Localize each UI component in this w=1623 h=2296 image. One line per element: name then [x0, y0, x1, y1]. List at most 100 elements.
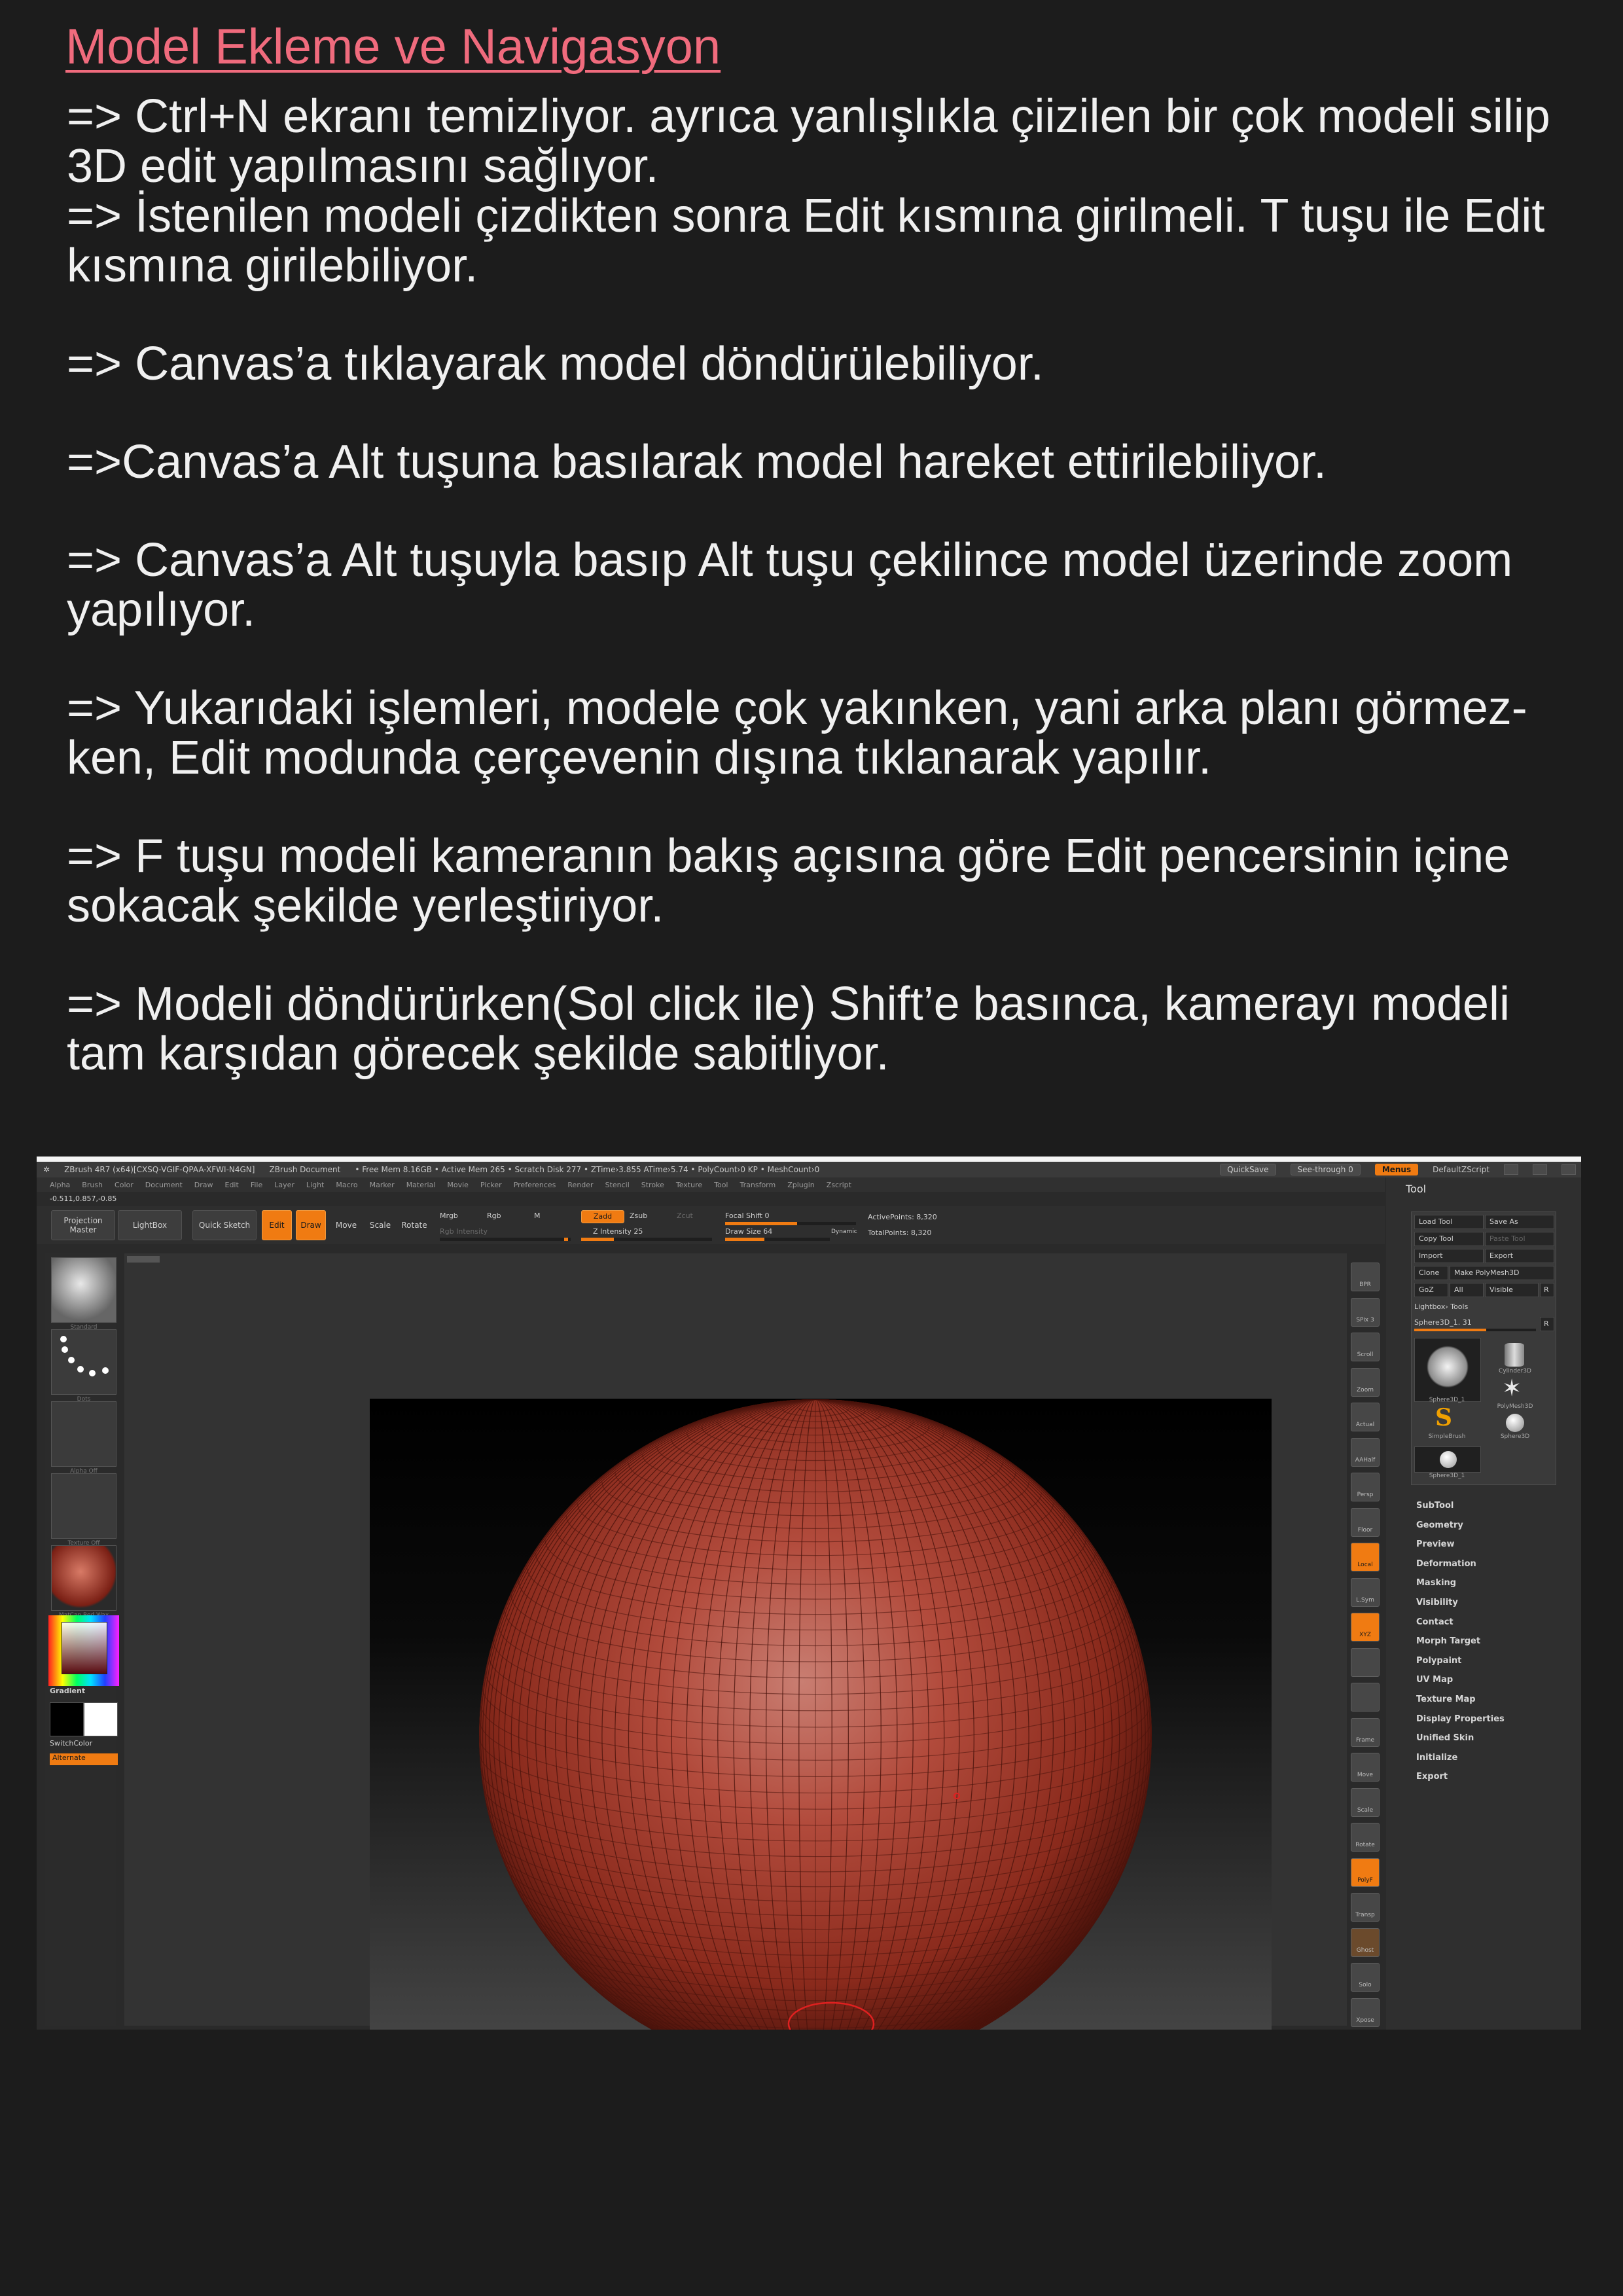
scale-button[interactable]: Scale	[365, 1210, 395, 1240]
menu-edit[interactable]: Edit	[225, 1181, 239, 1189]
section-uv-map[interactable]: UV Map	[1416, 1675, 1505, 1695]
color-picker[interactable]	[48, 1615, 119, 1686]
menu-zplugin[interactable]: Zplugin	[787, 1181, 815, 1189]
section-subtool[interactable]: SubTool	[1416, 1501, 1505, 1520]
dynamic-toggle[interactable]: Dynamic	[831, 1229, 857, 1235]
copy-tool-button[interactable]: Copy Tool	[1414, 1232, 1484, 1246]
shelf-zoom[interactable]: Zoom	[1351, 1367, 1380, 1397]
alternate-button[interactable]: Alternate	[50, 1753, 118, 1765]
shelf-xyz[interactable]: XYZ	[1351, 1613, 1380, 1641]
gradient-label[interactable]: Gradient	[50, 1687, 85, 1695]
default-zscript[interactable]: DefaultZScript	[1433, 1165, 1489, 1174]
edit-button[interactable]: Edit	[262, 1210, 292, 1240]
lightbox-button[interactable]: LightBox	[118, 1210, 182, 1240]
menu-draw[interactable]: Draw	[194, 1181, 213, 1189]
load-tool-button[interactable]: Load Tool	[1414, 1215, 1484, 1229]
sphere-model[interactable]	[478, 1399, 1153, 2030]
menu-tool[interactable]: Tool	[714, 1181, 728, 1189]
zadd-button[interactable]: Zadd	[581, 1210, 624, 1223]
menu-macro[interactable]: Macro	[336, 1181, 357, 1189]
menu-marker[interactable]: Marker	[370, 1181, 395, 1189]
alpha-swatch[interactable]	[51, 1401, 116, 1467]
menu-preferences[interactable]: Preferences	[514, 1181, 556, 1189]
goz-r-button[interactable]: R	[1540, 1283, 1554, 1297]
goz-visible-button[interactable]: Visible	[1485, 1283, 1539, 1297]
section-display-properties[interactable]: Display Properties	[1416, 1714, 1505, 1734]
menu-texture[interactable]: Texture	[676, 1181, 702, 1189]
move-button[interactable]: Move	[331, 1210, 361, 1240]
tool-r-button[interactable]: R	[1540, 1317, 1554, 1331]
section-export[interactable]: Export	[1416, 1772, 1505, 1791]
shelf-move[interactable]: Move	[1351, 1753, 1380, 1782]
menu-zscript[interactable]: Zscript	[827, 1181, 851, 1189]
rgb-intensity-slider[interactable]: Rgb Intensity	[440, 1227, 488, 1236]
rotate-button[interactable]: Rotate	[399, 1210, 429, 1240]
projection-master-button[interactable]: Projection Master	[51, 1210, 115, 1240]
menu-material[interactable]: Material	[406, 1181, 436, 1189]
shelf-xpose[interactable]: Xpose	[1351, 1998, 1380, 2027]
canvas[interactable]	[370, 1399, 1272, 2030]
menus-toggle[interactable]: Menus	[1374, 1164, 1419, 1175]
current-tool-slider[interactable]: Sphere3D_1. 31	[1414, 1318, 1472, 1327]
section-initialize[interactable]: Initialize	[1416, 1753, 1505, 1772]
close-icon[interactable]	[1561, 1164, 1576, 1175]
material-swatch[interactable]	[51, 1545, 116, 1611]
quicksave-button[interactable]: QuickSave	[1220, 1164, 1276, 1175]
section-geometry[interactable]: Geometry	[1416, 1520, 1505, 1540]
goz-all-button[interactable]: All	[1450, 1283, 1484, 1297]
shelf-persp[interactable]: Persp	[1351, 1473, 1380, 1501]
menu-movie[interactable]: Movie	[447, 1181, 469, 1189]
shelf-scale[interactable]: Scale	[1351, 1787, 1380, 1817]
paste-tool-button[interactable]: Paste Tool	[1485, 1232, 1554, 1246]
export-button[interactable]: Export	[1485, 1249, 1554, 1263]
shelf-aahalf[interactable]: AAHalf	[1351, 1437, 1380, 1467]
mrgb-button[interactable]: Mrgb	[440, 1211, 458, 1220]
section-morph-target[interactable]: Morph Target	[1416, 1636, 1505, 1656]
menu-transform[interactable]: Transform	[740, 1181, 776, 1189]
section-deformation[interactable]: Deformation	[1416, 1559, 1505, 1579]
m-button[interactable]: M	[534, 1211, 541, 1220]
clone-button[interactable]: Clone	[1414, 1266, 1448, 1280]
shelf-l-sym[interactable]: L.Sym	[1351, 1577, 1380, 1607]
maximize-icon[interactable]	[1533, 1164, 1547, 1175]
draw-size-slider[interactable]: Draw Size 64	[725, 1227, 772, 1236]
shelf-local[interactable]: Local	[1351, 1543, 1380, 1571]
make-polymesh-button[interactable]: Make PolyMesh3D	[1450, 1266, 1554, 1280]
sphere3d-1-small-thumb[interactable]	[1414, 1446, 1481, 1473]
lightbox-tools-button[interactable]: Lightbox› Tools	[1414, 1302, 1468, 1311]
simplebrush-icon[interactable]: S	[1435, 1406, 1452, 1429]
section-contact[interactable]: Contact	[1416, 1617, 1505, 1637]
switch-color-button[interactable]: SwitchColor	[50, 1739, 92, 1748]
menu-file[interactable]: File	[251, 1181, 262, 1189]
minimize-icon[interactable]	[1504, 1164, 1518, 1175]
menu-stencil[interactable]: Stencil	[605, 1181, 630, 1189]
sphere3d-1-thumb[interactable]	[1414, 1338, 1481, 1402]
secondary-color-swatch[interactable]	[84, 1702, 118, 1736]
see-through-slider[interactable]: See-through 0	[1290, 1164, 1361, 1175]
rgb-button[interactable]: Rgb	[487, 1211, 501, 1220]
shelf-button-12[interactable]	[1351, 1683, 1380, 1712]
canvas-scroll-handle[interactable]	[127, 1256, 160, 1263]
brush-swatch[interactable]	[51, 1257, 116, 1323]
shelf-floor[interactable]: Floor	[1351, 1507, 1380, 1537]
shelf-polyf[interactable]: PolyF	[1351, 1857, 1380, 1887]
zsub-button[interactable]: Zsub	[630, 1211, 647, 1220]
shelf-rotate[interactable]: Rotate	[1351, 1823, 1380, 1852]
stroke-swatch[interactable]	[51, 1329, 116, 1395]
section-visibility[interactable]: Visibility	[1416, 1598, 1505, 1617]
import-button[interactable]: Import	[1414, 1249, 1484, 1263]
shelf-actual[interactable]: Actual	[1351, 1403, 1380, 1431]
section-polypaint[interactable]: Polypaint	[1416, 1656, 1505, 1676]
quick-sketch-button[interactable]: Quick Sketch	[192, 1210, 257, 1240]
shelf-frame[interactable]: Frame	[1351, 1717, 1380, 1747]
shelf-button-11[interactable]	[1351, 1647, 1380, 1677]
zcut-button[interactable]: Zcut	[677, 1211, 693, 1220]
draw-button[interactable]: Draw	[296, 1210, 326, 1240]
focal-shift-slider[interactable]: Focal Shift 0	[725, 1211, 770, 1220]
menu-render[interactable]: Render	[567, 1181, 593, 1189]
menu-stroke[interactable]: Stroke	[641, 1181, 664, 1189]
sphere3d-icon[interactable]	[1506, 1414, 1524, 1432]
shelf-ghost[interactable]: Ghost	[1351, 1928, 1380, 1957]
cylinder3d-icon[interactable]	[1505, 1343, 1524, 1367]
menu-brush[interactable]: Brush	[82, 1181, 103, 1189]
